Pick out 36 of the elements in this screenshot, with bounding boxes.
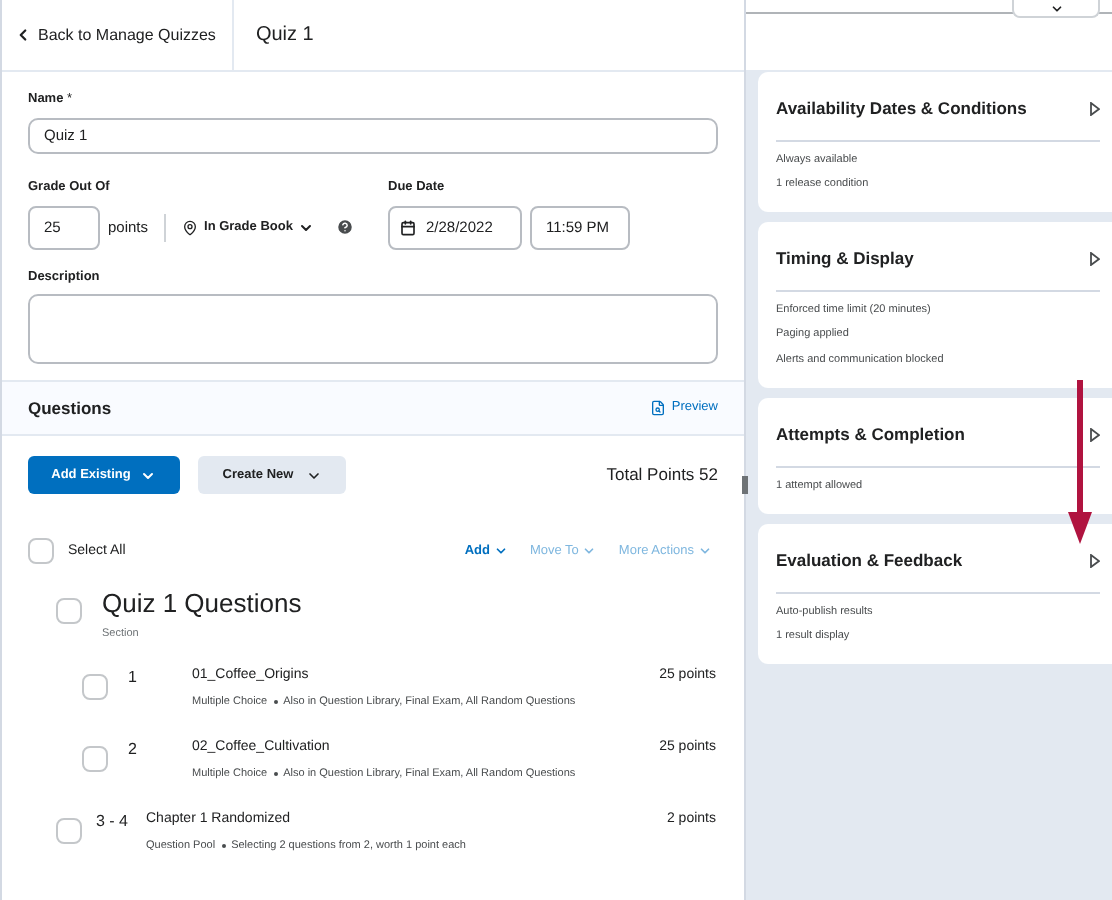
checkbox[interactable] bbox=[82, 745, 108, 771]
page-title: Quiz 1 bbox=[255, 22, 314, 50]
section-title: Questions bbox=[28, 395, 112, 422]
preview-icon bbox=[649, 400, 666, 417]
card-title: Evaluation & Feedback bbox=[776, 547, 963, 573]
back-link[interactable]: Back to Manage Quizzes bbox=[2, 0, 234, 70]
question-number: 2 bbox=[128, 737, 139, 761]
expand-arrow-icon[interactable] bbox=[1090, 553, 1100, 568]
expand-arrow-icon[interactable] bbox=[1090, 101, 1100, 116]
chevron-down-icon bbox=[140, 467, 157, 484]
checkbox[interactable] bbox=[28, 538, 54, 565]
card-title: Attempts & Completion bbox=[776, 421, 965, 447]
expand-arrow-icon[interactable] bbox=[1090, 427, 1100, 442]
chevron-down-icon bbox=[493, 544, 508, 559]
pin-icon bbox=[182, 219, 199, 235]
question-number: 1 bbox=[128, 665, 139, 689]
chevron-down-icon bbox=[1049, 1, 1063, 15]
section-heading: Quiz 1 Questions bbox=[102, 588, 302, 621]
card-title: Availability Dates & Conditions bbox=[776, 96, 1027, 122]
chevron-down-icon bbox=[698, 544, 712, 559]
chevron-down-icon bbox=[305, 467, 322, 484]
chevron-down-icon bbox=[298, 219, 315, 235]
calendar-icon bbox=[400, 219, 416, 235]
resize-handle[interactable] bbox=[742, 476, 748, 494]
total-points: Total Points 52 bbox=[606, 462, 718, 489]
checkbox[interactable] bbox=[56, 598, 82, 625]
dropdown-button[interactable] bbox=[1012, 0, 1100, 18]
checkbox[interactable] bbox=[82, 673, 108, 699]
question-number: 3 - 4 bbox=[96, 809, 131, 833]
chevron-down-icon bbox=[582, 544, 597, 559]
help-icon[interactable] bbox=[336, 218, 355, 236]
expand-arrow-icon[interactable] bbox=[1090, 252, 1100, 267]
checkbox[interactable] bbox=[56, 817, 82, 843]
card-title: Timing & Display bbox=[776, 246, 914, 272]
description-field[interactable] bbox=[28, 294, 718, 365]
chevron-left-icon bbox=[14, 26, 32, 44]
